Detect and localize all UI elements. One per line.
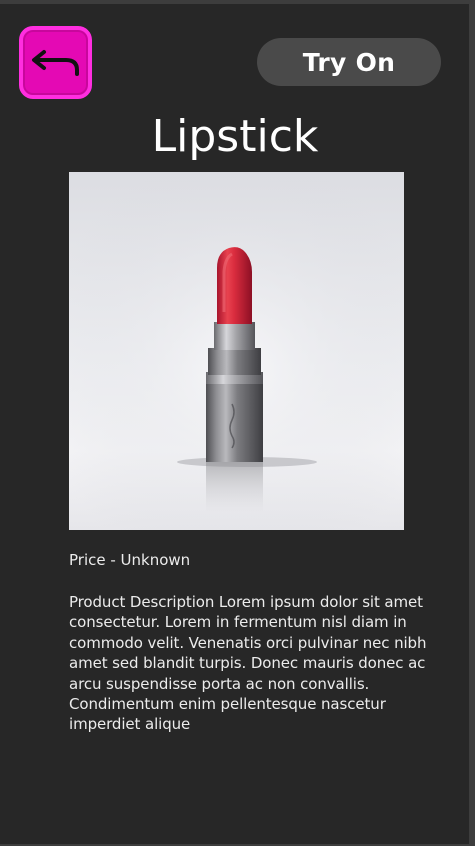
price-text: Price - Unknown xyxy=(69,551,191,569)
product-screen: Try On Lipstick Price - Unknown Product … xyxy=(0,4,472,844)
product-description: Product Description Lorem ipsum dolor si… xyxy=(69,593,427,734)
product-image xyxy=(69,172,404,530)
page-title: Lipstick xyxy=(151,111,319,162)
return-arrow-icon xyxy=(31,49,79,76)
lipstick-photo xyxy=(69,172,404,530)
try-on-button[interactable]: Try On xyxy=(257,38,441,86)
back-button[interactable] xyxy=(19,26,92,99)
